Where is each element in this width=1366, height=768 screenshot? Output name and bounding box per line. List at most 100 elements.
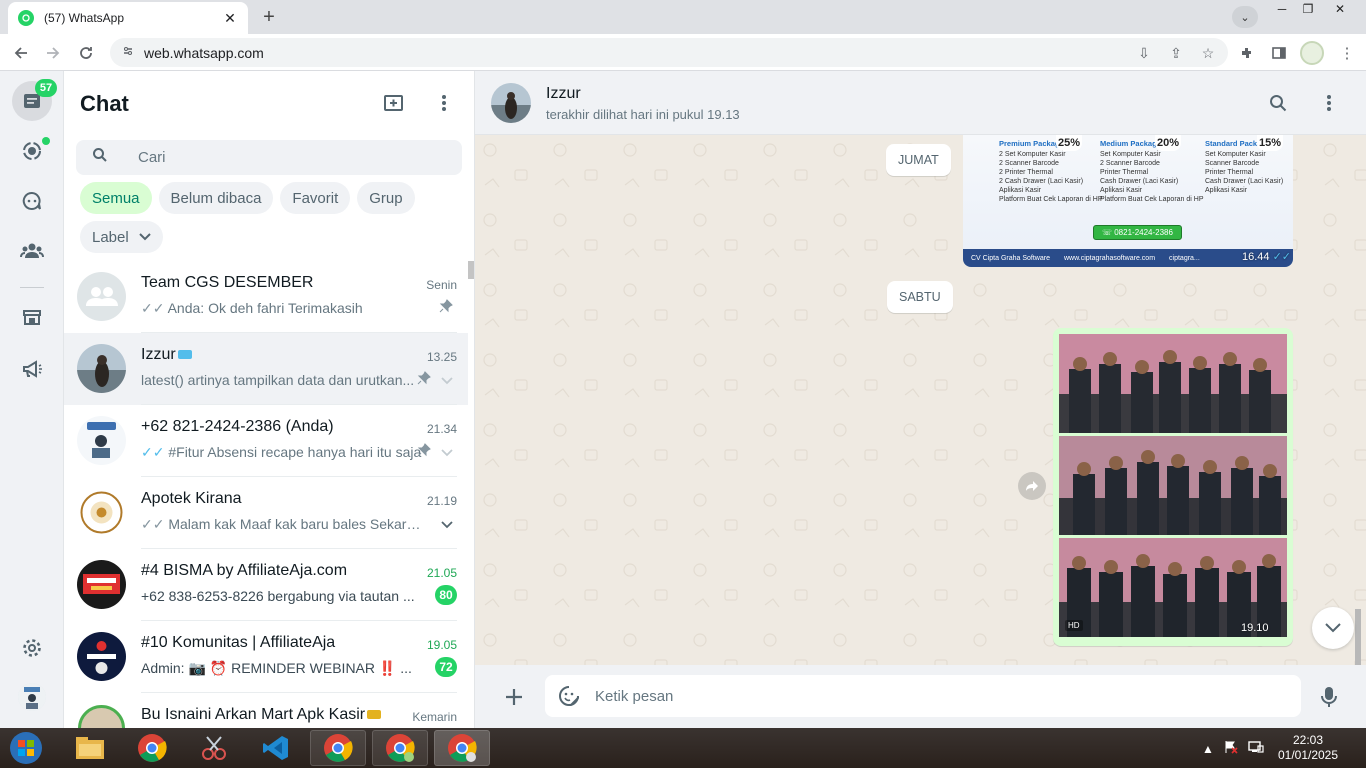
bookmark-star-icon[interactable]: ☆ bbox=[1198, 43, 1218, 63]
filter-chip-groups[interactable]: Grup bbox=[357, 182, 415, 214]
chat-row[interactable]: Izzur 13.25 latest() artinya tampilkan d… bbox=[64, 333, 468, 405]
discount-badge: 15% bbox=[1257, 135, 1283, 151]
message-input-box[interactable] bbox=[545, 675, 1301, 717]
action-center-flag-icon[interactable] bbox=[1224, 740, 1238, 757]
chat-list-scrollbar[interactable] bbox=[468, 261, 474, 279]
ads-nav-button[interactable] bbox=[16, 353, 48, 385]
package-item: Platform Buat Cek Laporan di HP bbox=[999, 196, 1103, 203]
image-message[interactable]: Premium Package 2 Set Komputer Kasir 2 S… bbox=[963, 135, 1293, 267]
chat-options-chevron-icon[interactable] bbox=[441, 517, 453, 532]
install-app-icon[interactable]: ⇩ bbox=[1134, 43, 1154, 63]
communities-nav-button[interactable] bbox=[16, 235, 48, 267]
chat-time: 13.25 bbox=[426, 350, 457, 364]
sidebar-menu-button[interactable] bbox=[432, 91, 456, 115]
reload-button[interactable] bbox=[73, 40, 99, 66]
taskbar-snipping-tool[interactable] bbox=[186, 730, 242, 766]
chat-row[interactable]: Apotek Kirana 21.19 ✓✓ Malam kak Maaf ka… bbox=[64, 477, 468, 549]
chat-row[interactable]: #4 BISMA by AffiliateAja.com 21.05 +62 8… bbox=[64, 549, 468, 621]
window-close-button[interactable]: ✕ bbox=[1326, 0, 1354, 18]
network-icon[interactable] bbox=[1248, 740, 1264, 757]
browser-tab[interactable]: (57) WhatsApp ✕ bbox=[8, 2, 248, 34]
taskbar-file-explorer[interactable] bbox=[62, 730, 118, 766]
package-item: Set Komputer Kasir bbox=[1205, 151, 1266, 158]
package-item: Printer Thermal bbox=[1100, 169, 1149, 176]
conversation-title: Izzur bbox=[546, 85, 581, 102]
search-input[interactable] bbox=[138, 149, 438, 166]
new-tab-button[interactable]: + bbox=[255, 4, 283, 30]
chat-options-chevron-icon[interactable] bbox=[441, 445, 453, 460]
vscode-icon bbox=[263, 736, 288, 760]
taskbar-vscode[interactable] bbox=[248, 730, 304, 766]
settings-nav-button[interactable] bbox=[16, 632, 48, 664]
show-hidden-icons-button[interactable]: ▲ bbox=[1202, 742, 1214, 756]
extensions-icon[interactable] bbox=[1236, 42, 1258, 64]
chrome-menu-icon[interactable]: ⋮ bbox=[1336, 42, 1358, 64]
back-button[interactable] bbox=[8, 40, 34, 66]
forward-message-button[interactable] bbox=[1018, 472, 1046, 500]
conversation-menu-button[interactable] bbox=[1317, 91, 1341, 115]
communities-icon bbox=[20, 243, 44, 258]
megaphone-icon bbox=[23, 360, 42, 378]
chat-row[interactable]: #10 Komunitas | AffiliateAja 19.05 Admin… bbox=[64, 621, 468, 693]
business-tools-nav-button[interactable] bbox=[16, 301, 48, 333]
apotek-logo-avatar bbox=[77, 488, 126, 537]
filter-chip-all[interactable]: Semua bbox=[80, 182, 152, 214]
search-messages-button[interactable] bbox=[1266, 91, 1290, 115]
chat-row[interactable]: +62 821-2424-2386 (Anda) 21.34 ✓✓ #Fitur… bbox=[64, 405, 468, 477]
start-button[interactable] bbox=[6, 730, 46, 766]
taskbar-chrome-active-window[interactable] bbox=[434, 730, 490, 766]
voice-message-button[interactable] bbox=[1316, 684, 1342, 710]
address-bar[interactable]: web.whatsapp.com ⇩ ⇪ ☆ bbox=[110, 38, 1228, 67]
contact-avatar bbox=[77, 344, 126, 393]
folder-icon bbox=[76, 737, 104, 759]
tab-close-icon[interactable]: ✕ bbox=[222, 10, 238, 27]
message-list[interactable]: JUMAT Premium Package 2 Set Komputer Kas… bbox=[475, 135, 1366, 665]
message-input[interactable] bbox=[595, 687, 1275, 705]
chat-row[interactable]: Bu Isnaini Arkan Mart Apk Kasir Kemarin bbox=[64, 693, 468, 728]
hd-badge: HD bbox=[1065, 620, 1083, 631]
taskbar-chrome[interactable] bbox=[124, 730, 180, 766]
contact-avatar[interactable] bbox=[491, 83, 531, 123]
channels-nav-button[interactable] bbox=[16, 185, 48, 217]
filter-chip-favorites[interactable]: Favorit bbox=[280, 182, 351, 214]
filter-chip-label[interactable]: Label bbox=[80, 221, 163, 253]
album-message[interactable]: HD 19.10 ✓✓ bbox=[1053, 328, 1293, 646]
package-item: 2 Set Komputer Kasir bbox=[999, 151, 1066, 158]
profile-avatar-button[interactable] bbox=[18, 683, 46, 711]
search-box[interactable] bbox=[76, 140, 462, 175]
profile-avatar[interactable] bbox=[1300, 41, 1324, 65]
scissors-icon bbox=[202, 736, 226, 760]
forward-button[interactable] bbox=[40, 40, 66, 66]
group-photo[interactable] bbox=[1059, 334, 1287, 433]
pin-icon bbox=[439, 299, 453, 316]
chat-options-chevron-icon[interactable] bbox=[441, 373, 453, 388]
windows-taskbar: ▲ 22:03 01/01/2025 bbox=[0, 728, 1366, 768]
message-time-text: 19.10 bbox=[1241, 622, 1269, 634]
group-photo[interactable] bbox=[1059, 436, 1287, 535]
tab-search-button[interactable]: ⌄ bbox=[1232, 6, 1258, 28]
chat-row[interactable]: Team CGS DESEMBER Senin ✓✓ Anda: Ok deh … bbox=[64, 261, 468, 333]
site-info-icon[interactable] bbox=[122, 45, 134, 60]
sticker-icon[interactable] bbox=[557, 684, 581, 708]
system-clock[interactable]: 22:03 01/01/2025 bbox=[1270, 733, 1346, 763]
group-photo[interactable]: HD 19.10 ✓✓ bbox=[1059, 538, 1287, 637]
chat-name: #10 Komunitas | AffiliateAja bbox=[141, 634, 336, 651]
chat-preview-text: Anda: Ok deh fahri Terimakasih bbox=[167, 300, 363, 316]
new-chat-button[interactable] bbox=[382, 91, 406, 115]
chat-time: 19.05 bbox=[426, 638, 457, 652]
scroll-to-bottom-button[interactable] bbox=[1312, 607, 1354, 649]
side-panel-icon[interactable] bbox=[1268, 42, 1290, 64]
unread-count-badge: 57 bbox=[35, 79, 57, 97]
conversation-header[interactable]: Izzur terakhir dilihat hari ini pukul 19… bbox=[475, 71, 1366, 135]
taskbar-chrome-window[interactable] bbox=[310, 730, 366, 766]
rail-divider bbox=[20, 287, 44, 288]
chat-preview: ✓✓ Malam kak Maaf kak baru bales Sekaran… bbox=[141, 516, 423, 533]
package-item: Platform Buat Cek Laporan di HP bbox=[1100, 196, 1204, 203]
message-list-scrollbar[interactable] bbox=[1355, 609, 1361, 665]
filter-chip-unread[interactable]: Belum dibaca bbox=[158, 182, 274, 214]
restore-button[interactable]: ❐ bbox=[1294, 0, 1322, 18]
share-icon[interactable]: ⇪ bbox=[1166, 43, 1186, 63]
attach-button[interactable] bbox=[501, 684, 527, 710]
taskbar-chrome-profile-window[interactable] bbox=[372, 730, 428, 766]
minimize-button[interactable]: ─ bbox=[1268, 0, 1296, 18]
